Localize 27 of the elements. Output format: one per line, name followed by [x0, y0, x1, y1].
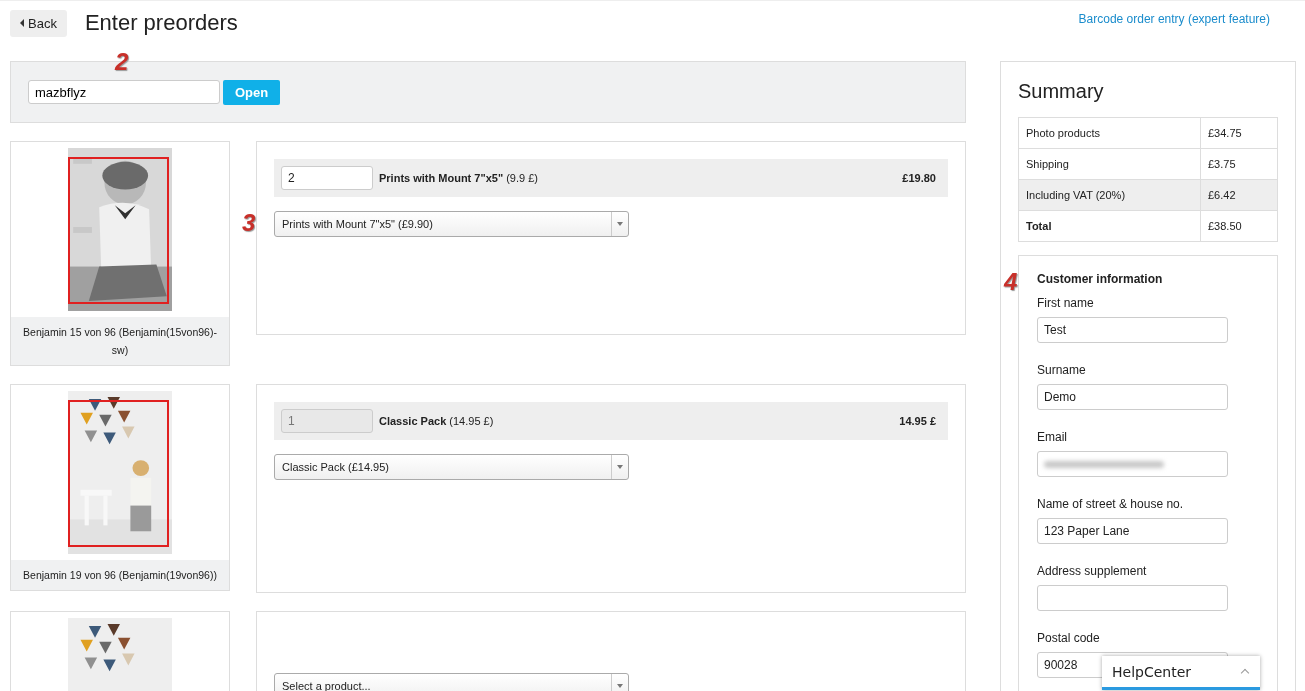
summary-value: £3.75: [1200, 148, 1278, 180]
summary-label: Shipping: [1018, 148, 1201, 180]
product-name: Prints with Mount 7"x5" (9.9 £): [379, 172, 538, 184]
summary-value: £34.75: [1200, 117, 1278, 149]
page-title: Enter preorders: [84, 10, 238, 36]
summary-label: Including VAT (20%): [1018, 179, 1201, 211]
line-total: 14.95 £: [899, 415, 936, 427]
annotation-number: 3: [242, 211, 256, 235]
summary-label: Photo products: [1018, 117, 1201, 149]
photo-caption: Benjamin 15 von 96 (Benjamin(15von96)-sw): [11, 317, 229, 365]
summary-label: Total: [1018, 210, 1201, 242]
customer-title: Customer information: [1037, 272, 1164, 286]
line-total: £19.80: [902, 172, 936, 184]
photo-caption: Benjamin 19 von 96 (Benjamin(19von96)): [11, 560, 229, 590]
field-label: Address supplement: [1037, 564, 1148, 578]
field-label: Postal code: [1037, 631, 1101, 645]
summary-value: £38.50: [1200, 210, 1278, 242]
field-label: Email: [1037, 430, 1068, 444]
product-name: Classic Pack (14.95 £): [379, 415, 494, 427]
summary-value: £6.42: [1200, 179, 1278, 211]
summary-title: Summary: [1018, 80, 1105, 103]
field-label: Surname: [1037, 363, 1087, 377]
field-label: Name of street & house no.: [1037, 497, 1185, 511]
field-label: First name: [1037, 296, 1095, 310]
annotation-number: 2: [115, 50, 129, 74]
annotation-number: 4: [1004, 270, 1018, 294]
help-center-label: HelpCenter: [1112, 663, 1192, 680]
